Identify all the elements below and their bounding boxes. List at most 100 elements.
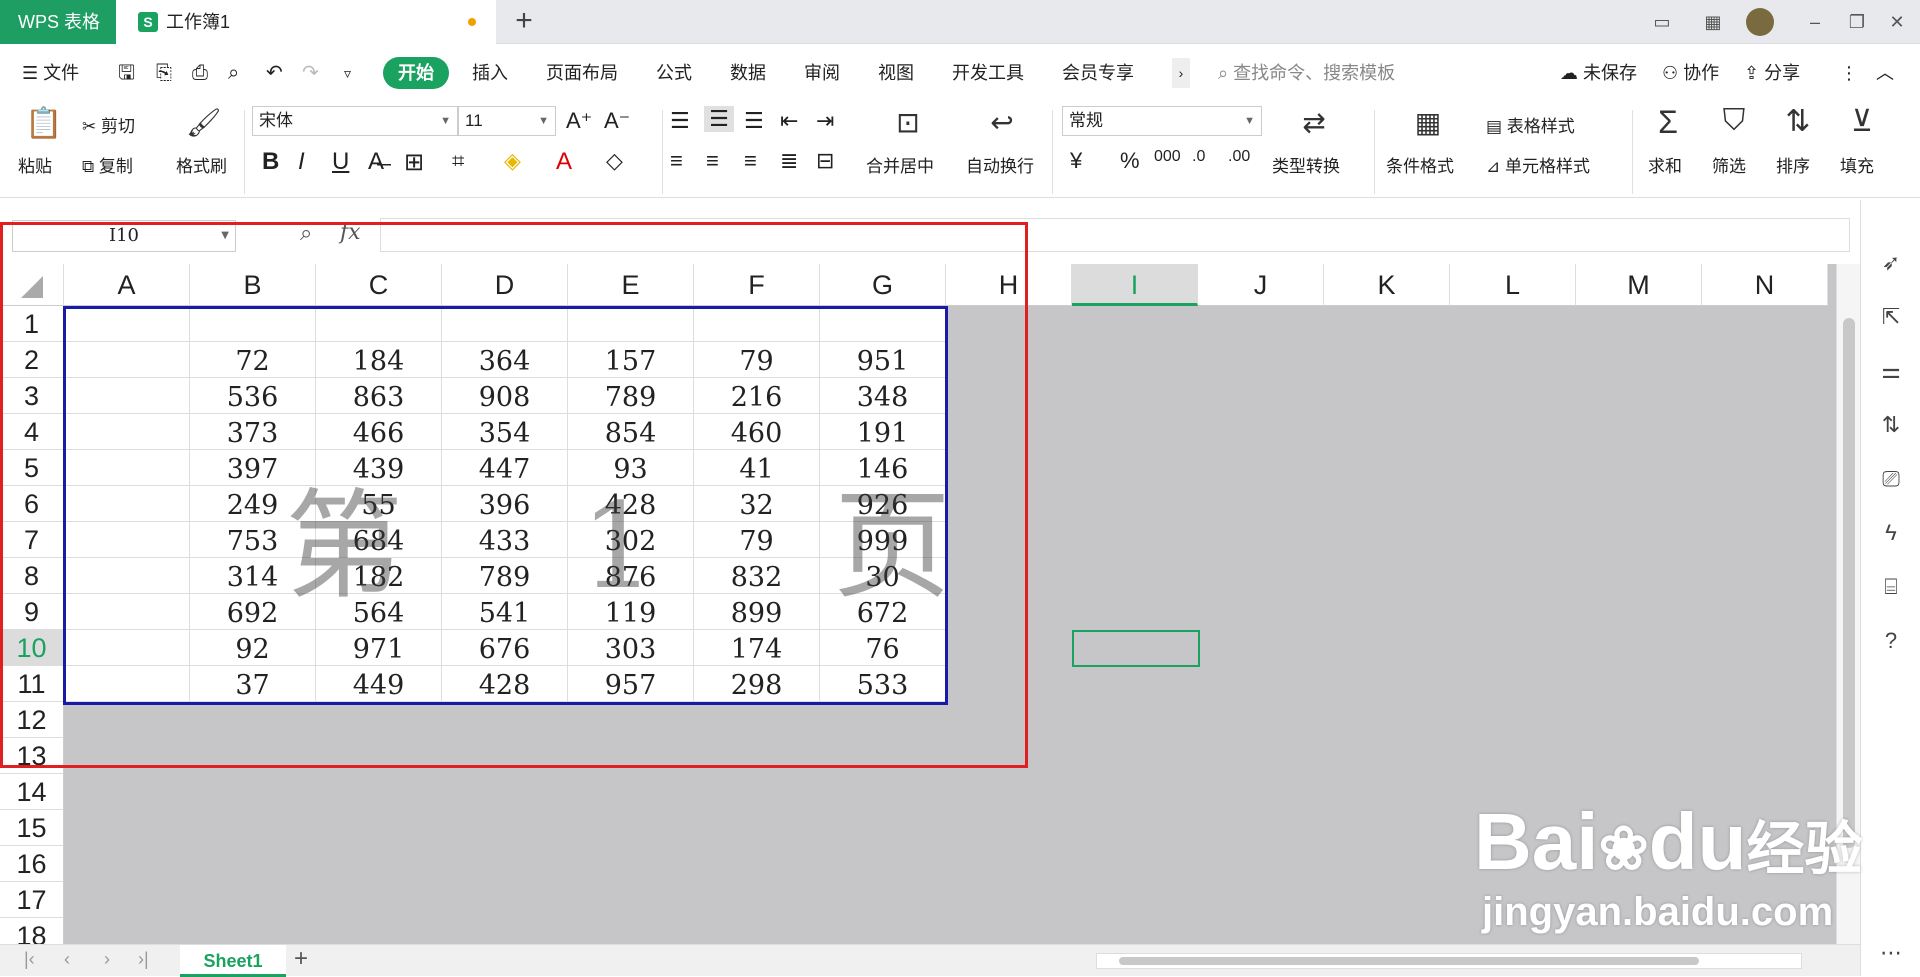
add-sheet-button[interactable]: +: [294, 945, 308, 973]
cell[interactable]: 314: [190, 558, 316, 594]
cell[interactable]: 957: [568, 666, 694, 702]
cell[interactable]: [64, 306, 190, 342]
fill-button[interactable]: 填充: [1840, 152, 1874, 177]
cell[interactable]: [64, 594, 190, 630]
cell[interactable]: 428: [568, 486, 694, 522]
cell[interactable]: 899: [694, 594, 820, 630]
cell[interactable]: 854: [568, 414, 694, 450]
first-sheet-icon[interactable]: |‹: [24, 949, 35, 970]
cell[interactable]: 789: [442, 558, 568, 594]
help-icon[interactable]: ?: [1876, 626, 1906, 656]
cell[interactable]: 191: [820, 414, 946, 450]
row-header-8[interactable]: 8: [0, 558, 64, 594]
decrease-font-icon[interactable]: A⁻: [604, 108, 630, 134]
cell[interactable]: 146: [820, 450, 946, 486]
row-header-11[interactable]: 11: [0, 666, 64, 702]
cell[interactable]: [64, 522, 190, 558]
more-icon[interactable]: ⋯: [1876, 938, 1906, 968]
tab-page-layout[interactable]: 页面布局: [546, 58, 618, 88]
cell[interactable]: 753: [190, 522, 316, 558]
avatar[interactable]: [1746, 8, 1774, 36]
type-convert-button[interactable]: 类型转换: [1272, 152, 1340, 177]
border-icon[interactable]: ⊞: [404, 148, 424, 177]
cell[interactable]: 466: [316, 414, 442, 450]
cell[interactable]: 79: [694, 342, 820, 378]
row-header-10[interactable]: 10: [0, 630, 64, 666]
cell[interactable]: 863: [316, 378, 442, 414]
tab-start[interactable]: 开始: [383, 57, 449, 89]
cell[interactable]: 182: [316, 558, 442, 594]
cell[interactable]: [694, 306, 820, 342]
column-header-i[interactable]: I: [1072, 264, 1198, 306]
row-header-5[interactable]: 5: [0, 450, 64, 486]
font-name-select[interactable]: 宋体 ▼: [252, 106, 458, 136]
row-header-2[interactable]: 2: [0, 342, 64, 378]
restore-icon[interactable]: ❐: [1842, 8, 1872, 36]
cell[interactable]: 541: [442, 594, 568, 630]
column-header-f[interactable]: F: [694, 264, 820, 306]
grid-apps-icon[interactable]: ▦: [1698, 8, 1728, 36]
cell[interactable]: [64, 378, 190, 414]
paste-button[interactable]: 粘贴: [18, 152, 52, 177]
column-header-j[interactable]: J: [1198, 264, 1324, 306]
filter-button[interactable]: 筛选: [1712, 152, 1746, 177]
function-icon[interactable]: fx: [340, 220, 361, 245]
redo-icon[interactable]: ↷: [302, 58, 319, 88]
cell[interactable]: 971: [316, 630, 442, 666]
cell[interactable]: [442, 306, 568, 342]
cell[interactable]: [568, 306, 694, 342]
cell[interactable]: [64, 486, 190, 522]
align-top-icon[interactable]: ☰: [670, 108, 690, 134]
row-header-17[interactable]: 17: [0, 882, 64, 918]
cell[interactable]: 396: [442, 486, 568, 522]
cell[interactable]: 354: [442, 414, 568, 450]
undo-icon[interactable]: ↶: [266, 58, 283, 88]
cell[interactable]: 447: [442, 450, 568, 486]
tab-developer[interactable]: 开发工具: [952, 58, 1024, 88]
number-format-select[interactable]: 常规 ▼: [1062, 106, 1262, 136]
cell[interactable]: 908: [442, 378, 568, 414]
cell[interactable]: 951: [820, 342, 946, 378]
cell[interactable]: 216: [694, 378, 820, 414]
scroll-thumb[interactable]: [1843, 318, 1855, 848]
clear-icon[interactable]: ◇: [606, 148, 623, 174]
row-header-1[interactable]: 1: [0, 306, 64, 342]
copy-button[interactable]: ⧉ 复制: [82, 152, 133, 177]
sheet-tab-sheet1[interactable]: Sheet1: [180, 945, 286, 977]
indent-icon[interactable]: ⇥: [816, 108, 834, 134]
align-left-icon[interactable]: ≡: [670, 148, 683, 174]
column-header-h[interactable]: H: [946, 264, 1072, 306]
distributed-icon[interactable]: ⊟: [816, 148, 834, 174]
column-header-k[interactable]: K: [1324, 264, 1450, 306]
tab-data[interactable]: 数据: [730, 58, 766, 88]
bold-icon[interactable]: B: [262, 148, 279, 176]
cell[interactable]: [820, 306, 946, 342]
zoom-icon[interactable]: ⌕: [300, 220, 312, 246]
cell[interactable]: 428: [442, 666, 568, 702]
thousands-icon[interactable]: 000: [1154, 148, 1181, 166]
unsaved-button[interactable]: ☁ 未保存: [1560, 58, 1637, 88]
increase-decimal-icon[interactable]: .0: [1192, 148, 1205, 166]
cell[interactable]: 184: [316, 342, 442, 378]
percent-icon[interactable]: %: [1120, 148, 1140, 174]
rocket-icon[interactable]: ➶: [1876, 248, 1906, 278]
command-search[interactable]: ⌕ 查找命令、搜索模板: [1218, 58, 1518, 88]
column-header-n[interactable]: N: [1702, 264, 1828, 306]
row-header-15[interactable]: 15: [0, 810, 64, 846]
cell[interactable]: [64, 630, 190, 666]
column-header-m[interactable]: M: [1576, 264, 1702, 306]
row-header-9[interactable]: 9: [0, 594, 64, 630]
tab-member[interactable]: 会员专享: [1062, 58, 1134, 88]
cell[interactable]: 926: [820, 486, 946, 522]
cell[interactable]: [64, 558, 190, 594]
collaborate-button[interactable]: ⚇ 协作: [1662, 58, 1719, 88]
cell[interactable]: 157: [568, 342, 694, 378]
book-search-icon[interactable]: ⌸: [1876, 572, 1906, 602]
cell[interactable]: 72: [190, 342, 316, 378]
cell[interactable]: 460: [694, 414, 820, 450]
tab-insert[interactable]: 插入: [472, 58, 508, 88]
cell[interactable]: 692: [190, 594, 316, 630]
row-header-7[interactable]: 7: [0, 522, 64, 558]
cell[interactable]: 302: [568, 522, 694, 558]
close-icon[interactable]: ✕: [1882, 8, 1912, 36]
